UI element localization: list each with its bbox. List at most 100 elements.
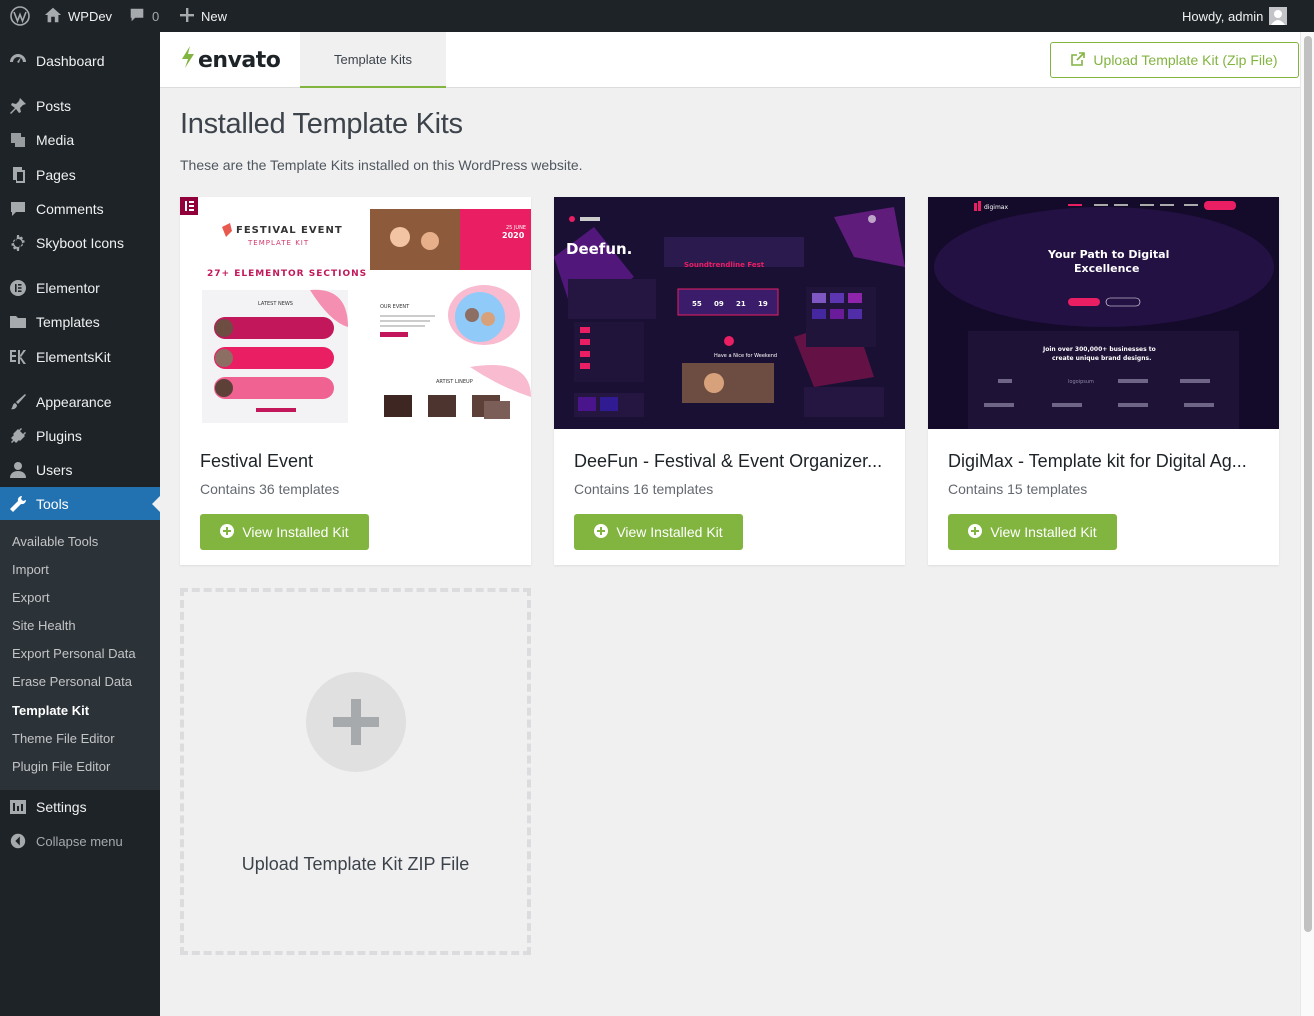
sidebar-item-label: Elementor xyxy=(36,280,100,296)
pin-icon xyxy=(0,96,36,116)
thumb-artist-lineup: ARTIST LINEUP xyxy=(436,379,473,385)
submenu-item-plugin-file-editor[interactable]: Plugin File Editor xyxy=(12,757,110,777)
wrench-icon xyxy=(0,494,36,514)
submenu-item-template-kit[interactable]: Template Kit xyxy=(12,701,89,721)
sidebar-item-templates[interactable]: Templates xyxy=(0,305,160,339)
thumb-countdown-0: 55 xyxy=(692,300,702,308)
thumb-join-2: create unique brand designs. xyxy=(1052,355,1151,362)
sidebar-item-settings[interactable]: Settings xyxy=(0,790,160,824)
plug-icon xyxy=(0,426,36,446)
new-label: New xyxy=(201,9,227,24)
kit-thumbnail[interactable]: Deefun. Soundtrendline Fest 55 09 21 19 … xyxy=(554,197,905,429)
sidebar-item-label: Skyboot Icons xyxy=(36,235,124,251)
user-icon xyxy=(0,460,36,480)
admin-bar: WPDev 0 New Howdy, admin xyxy=(0,0,1314,32)
upload-template-kit-button[interactable]: Upload Template Kit (Zip File) xyxy=(1050,42,1299,78)
dashboard-icon xyxy=(0,51,36,71)
sidebar-item-appearance[interactable]: Appearance xyxy=(0,385,160,419)
submenu-item-erase-personal-data[interactable]: Erase Personal Data xyxy=(12,672,132,692)
kit-thumbnail[interactable]: digimax Your Path to Digital Excellence … xyxy=(928,197,1279,429)
tools-submenu: Available Tools Import Export Site Health Ex… xyxy=(0,520,160,790)
site-name-link[interactable]: WPDev xyxy=(44,0,112,32)
sidebar-item-media[interactable]: Media xyxy=(0,123,160,157)
sidebar-item-pages[interactable]: Pages xyxy=(0,158,160,192)
scrollbar[interactable] xyxy=(1300,32,1314,1016)
thumb-logo-word: logoipsum xyxy=(1068,379,1094,385)
folder-icon xyxy=(0,312,36,332)
kit-title: DeeFun - Festival & Event Organizer... xyxy=(574,451,889,472)
page-title: Installed Template Kits xyxy=(180,108,463,141)
plus-circle-icon xyxy=(220,524,234,541)
thumb-sections: 27+ ELEMENTOR SECTIONS xyxy=(207,269,367,279)
kit-card: Deefun. Soundtrendline Fest 55 09 21 19 … xyxy=(554,197,905,565)
sidebar-item-label: Comments xyxy=(36,201,104,217)
sidebar-item-label: Tools xyxy=(36,496,69,512)
thumb-latest-news: LATEST NEWS xyxy=(258,301,293,307)
scrollbar-thumb[interactable] xyxy=(1304,36,1312,932)
view-installed-kit-button[interactable]: View Installed Kit xyxy=(574,514,743,550)
sidebar-item-elementor[interactable]: Elementor xyxy=(0,271,160,305)
home-icon xyxy=(44,6,62,27)
sidebar-item-elementskit[interactable]: ElementsKit xyxy=(0,340,160,374)
thumb-brand: Deefun. xyxy=(566,240,632,258)
account-menu[interactable]: Howdy, admin xyxy=(1182,0,1287,32)
collapse-arrow-icon xyxy=(0,832,36,850)
kit-thumbnail[interactable]: FESTIVAL EVENT TEMPLATE KIT 27+ ELEMENTO… xyxy=(180,197,531,429)
view-button-label: View Installed Kit xyxy=(242,524,348,540)
wordpress-logo-icon[interactable] xyxy=(10,0,30,32)
comments-link[interactable]: 0 xyxy=(128,0,159,32)
tab-label: Template Kits xyxy=(334,52,412,67)
thumb-countdown-3: 19 xyxy=(758,300,768,308)
kit-title: Festival Event xyxy=(200,451,515,472)
settings-icon xyxy=(0,797,36,817)
sidebar-item-comments[interactable]: Comments xyxy=(0,192,160,226)
sidebar-item-label: Plugins xyxy=(36,428,82,444)
kit-template-count: Contains 36 templates xyxy=(200,481,339,497)
thumb-sub: TEMPLATE KIT xyxy=(247,239,309,247)
media-icon xyxy=(0,130,36,150)
collapse-menu-button[interactable]: Collapse menu xyxy=(0,824,160,858)
submenu-item-export[interactable]: Export xyxy=(12,588,50,608)
new-content-link[interactable]: New xyxy=(179,0,227,32)
view-installed-kit-button[interactable]: View Installed Kit xyxy=(948,514,1117,550)
sidebar-item-label: Users xyxy=(36,462,73,478)
plus-icon xyxy=(306,672,406,772)
tab-template-kits[interactable]: Template Kits xyxy=(300,32,446,88)
thumb-date-year: 2020 xyxy=(502,231,525,240)
sidebar-item-tools[interactable]: Tools xyxy=(0,487,160,521)
comments-count: 0 xyxy=(152,9,159,24)
sidebar-item-skyboot-icons[interactable]: Skyboot Icons xyxy=(0,226,160,260)
submenu-item-import[interactable]: Import xyxy=(12,560,49,580)
upload-kit-dropzone[interactable]: Upload Template Kit ZIP File xyxy=(180,588,531,955)
submenu-item-export-personal-data[interactable]: Export Personal Data xyxy=(12,644,136,664)
upload-button-label: Upload Template Kit (Zip File) xyxy=(1093,52,1277,68)
kit-card: FESTIVAL EVENT TEMPLATE KIT 27+ ELEMENTO… xyxy=(180,197,531,565)
sidebar-item-label: Media xyxy=(36,132,74,148)
sidebar-item-label: ElementsKit xyxy=(36,349,111,365)
page-description: These are the Template Kits installed on… xyxy=(180,157,583,173)
thumb-join-1: Join over 300,000+ businesses to xyxy=(1042,346,1156,353)
submenu-item-theme-file-editor[interactable]: Theme File Editor xyxy=(12,729,115,749)
thumb-countdown-2: 21 xyxy=(736,300,746,308)
sidebar-item-posts[interactable]: Posts xyxy=(0,89,160,123)
comment-icon xyxy=(128,6,146,27)
view-installed-kit-button[interactable]: View Installed Kit xyxy=(200,514,369,550)
elementskit-icon xyxy=(0,347,36,367)
leaf-icon xyxy=(180,45,196,75)
submenu-item-available-tools[interactable]: Available Tools xyxy=(12,532,98,552)
template-kit-header: envato Template Kits Upload Template Kit… xyxy=(160,32,1300,88)
sidebar-item-dashboard[interactable]: Dashboard xyxy=(0,44,160,78)
admin-sidebar: Tools Users Plugins Appearance ElementsKit Te… xyxy=(0,32,160,1016)
plus-circle-icon xyxy=(594,524,608,541)
sidebar-item-users[interactable]: Users xyxy=(0,453,160,487)
submenu-item-site-health[interactable]: Site Health xyxy=(12,616,76,636)
greeting: Howdy, admin xyxy=(1182,9,1263,24)
elementor-icon xyxy=(0,278,36,298)
kit-template-count: Contains 15 templates xyxy=(948,481,1087,497)
external-link-icon xyxy=(1071,52,1085,69)
gear-icon xyxy=(0,233,36,253)
thumb-our-event: OUR EVENT xyxy=(380,304,410,310)
sidebar-item-plugins[interactable]: Plugins xyxy=(0,419,160,453)
kit-template-count: Contains 16 templates xyxy=(574,481,713,497)
envato-logo[interactable]: envato xyxy=(180,45,280,75)
